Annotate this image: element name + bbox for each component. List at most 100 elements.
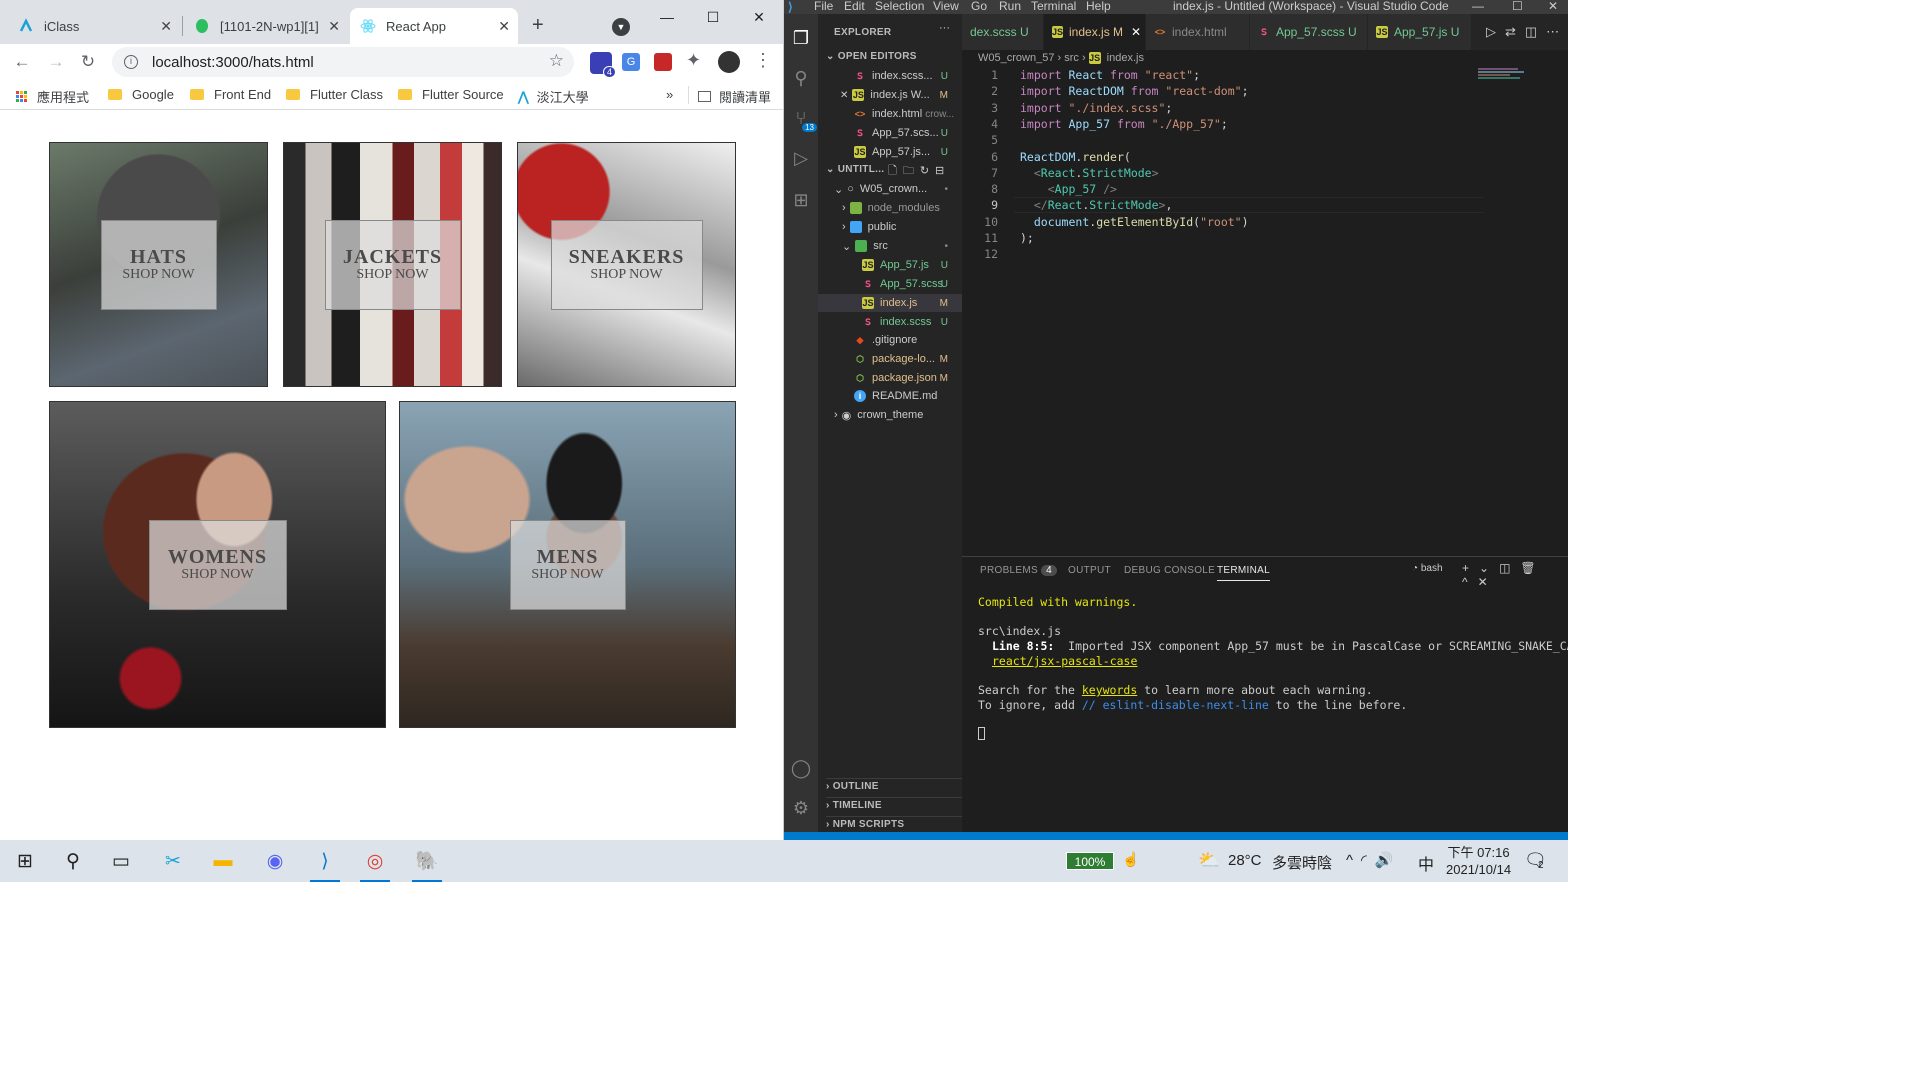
- close-icon[interactable]: ✕: [160, 18, 172, 35]
- bookmark-front-end[interactable]: Front End: [190, 87, 271, 102]
- maximize-button[interactable]: ☐: [1512, 0, 1523, 13]
- bookmarks-more-icon[interactable]: »: [666, 87, 673, 102]
- vscode-taskbar-icon[interactable]: ⟩: [310, 846, 340, 882]
- tab-iclass[interactable]: iClass ✕: [8, 8, 180, 44]
- ime-indicator[interactable]: 中: [1418, 851, 1434, 875]
- menu-run[interactable]: Run: [999, 0, 1021, 13]
- open-editor-item[interactable]: <> index.html crow...: [818, 105, 962, 123]
- category-card-hats[interactable]: HATS SHOP NOW: [49, 142, 268, 387]
- puzzle-icon[interactable]: ✦: [686, 50, 701, 71]
- menu-go[interactable]: Go: [971, 0, 987, 13]
- weather-icon[interactable]: ⛅: [1198, 850, 1220, 871]
- close-icon[interactable]: ✕: [498, 18, 510, 35]
- account-icon[interactable]: ◯: [789, 756, 813, 780]
- tree-item-w05-crown[interactable]: ⌄ ○ W05_crown... •: [818, 180, 962, 198]
- menu-terminal[interactable]: Terminal: [1031, 0, 1076, 13]
- terminal-rule-link[interactable]: react/jsx-pascal-case: [992, 654, 1137, 668]
- battery-indicator[interactable]: 100%: [1066, 852, 1114, 870]
- info-icon[interactable]: i: [124, 55, 138, 69]
- task-view-icon[interactable]: ▭: [106, 846, 136, 876]
- category-card-jackets[interactable]: JACKETS SHOP NOW: [283, 142, 502, 387]
- bookmark-star-icon[interactable]: ☆: [549, 51, 564, 71]
- close-icon[interactable]: ✕: [328, 18, 340, 35]
- menu-help[interactable]: Help: [1086, 0, 1111, 13]
- search-icon[interactable]: ⚲: [58, 846, 88, 876]
- tree-item-crown-theme[interactable]: › ◉ crown_theme: [818, 406, 962, 424]
- clock[interactable]: 下午 07:16 2021/10/14: [1446, 844, 1511, 878]
- snipping-tool-icon[interactable]: ✂: [158, 846, 188, 876]
- tree-item-index-scss[interactable]: ꓢ index.scss U: [818, 313, 962, 331]
- tab-react-app[interactable]: React App ✕: [350, 8, 518, 44]
- chrome-taskbar-icon[interactable]: ◎: [360, 846, 390, 882]
- gear-icon[interactable]: ⚙: [789, 796, 813, 820]
- code-editor[interactable]: 1 import React from "react"; 2 import React…: [962, 66, 1568, 550]
- outline-header[interactable]: › OUTLINE: [826, 778, 962, 792]
- category-card-womens[interactable]: WOMENS SHOP NOW: [49, 401, 386, 728]
- reading-list[interactable]: 閱讀清單: [698, 87, 771, 106]
- editor-tab-index-html[interactable]: <> index.html: [1146, 14, 1250, 50]
- tree-item-src[interactable]: ⌄ src •: [818, 237, 962, 255]
- tree-item-package-lock[interactable]: ⬡ package-lo... M: [818, 350, 962, 368]
- close-icon[interactable]: ✕: [1131, 25, 1141, 39]
- breadcrumb-item[interactable]: src: [1064, 52, 1079, 64]
- menu-edit[interactable]: Edit: [844, 0, 865, 13]
- tab-problems[interactable]: PROBLEMS 4: [980, 565, 1057, 576]
- postgres-taskbar-icon[interactable]: 🐘: [412, 846, 442, 882]
- run-debug-icon[interactable]: ▷: [789, 146, 813, 170]
- explorer-icon[interactable]: ❐: [789, 26, 813, 50]
- tree-item-readme[interactable]: i README.md: [818, 387, 962, 405]
- minimize-button[interactable]: —: [1472, 0, 1484, 13]
- extension-red-icon[interactable]: [654, 53, 672, 71]
- bookmark-tku[interactable]: ⋀ 淡江大學: [518, 87, 589, 106]
- weather-text[interactable]: 多雲時陰: [1272, 852, 1332, 873]
- minimize-button[interactable]: —: [652, 6, 682, 28]
- menu-selection[interactable]: Selection: [875, 0, 924, 13]
- close-window-button[interactable]: ✕: [1548, 0, 1558, 13]
- forward-arrow-icon[interactable]: →: [44, 50, 68, 74]
- open-editor-item[interactable]: JS App_57.js... U: [818, 143, 962, 161]
- open-editor-item[interactable]: ✕ JS index.js W... M: [818, 86, 962, 104]
- terminal-keyword-link[interactable]: keywords: [1082, 683, 1137, 697]
- editor-tab-index-scss[interactable]: dex.scss U: [962, 14, 1044, 50]
- back-arrow-icon[interactable]: ←: [10, 50, 34, 74]
- tree-item-app-scss[interactable]: ꓢ App_57.scss U: [818, 275, 962, 293]
- menu-file[interactable]: File: [814, 0, 833, 13]
- tab-output[interactable]: OUTPUT: [1068, 565, 1111, 576]
- editor-tab-app-js[interactable]: JS App_57.js U: [1368, 14, 1472, 50]
- new-tab-button[interactable]: +: [532, 14, 544, 37]
- open-editor-item[interactable]: ꓢ index.scss... U: [818, 67, 962, 85]
- editor-actions-icons[interactable]: ▷⇄◫⋯: [1486, 24, 1568, 40]
- extensions-icon[interactable]: ⊞: [789, 188, 813, 212]
- bookmark-apps[interactable]: 應用程式: [16, 87, 89, 106]
- minimap[interactable]: [1478, 66, 1538, 86]
- extension-icon[interactable]: 4: [590, 52, 616, 78]
- translate-icon[interactable]: G: [622, 53, 640, 71]
- windows-start-icon[interactable]: ⊞: [10, 846, 40, 876]
- breadcrumb-item[interactable]: W05_crown_57: [978, 52, 1054, 64]
- tree-item-index-js[interactable]: JS index.js M: [818, 294, 962, 312]
- more-actions-icon[interactable]: ···: [939, 22, 950, 34]
- notification-icon[interactable]: 🗨 2: [1524, 850, 1547, 871]
- close-icon[interactable]: ✕: [840, 90, 848, 101]
- close-window-button[interactable]: ✕: [744, 6, 774, 28]
- timeline-header[interactable]: › TIMELINE: [826, 797, 962, 811]
- tab-evernote[interactable]: [1101-2N-wp1][1] ✕: [184, 8, 348, 44]
- source-control-icon[interactable]: ⑂ 13: [789, 106, 817, 132]
- tree-item-gitignore[interactable]: ◆ .gitignore: [818, 331, 962, 349]
- tree-item-package-json[interactable]: ⬡ package.json M: [818, 369, 962, 387]
- menu-view[interactable]: View: [933, 0, 959, 13]
- bookmark-flutter-class[interactable]: Flutter Class: [286, 87, 383, 102]
- touch-icon[interactable]: ☝: [1122, 851, 1139, 868]
- avatar[interactable]: [718, 51, 740, 73]
- bookmark-flutter-source[interactable]: Flutter Source: [398, 87, 504, 102]
- system-tray-icons[interactable]: ^◜🔊: [1346, 851, 1402, 869]
- category-card-sneakers[interactable]: SNEAKERS SHOP NOW: [517, 142, 736, 387]
- editor-tab-app-scss[interactable]: ꓢ App_57.scss U: [1250, 14, 1368, 50]
- breadcrumb-item[interactable]: index.js: [1107, 52, 1144, 64]
- tab-terminal[interactable]: TERMINAL: [1217, 565, 1270, 581]
- tab-search-icon[interactable]: ▼: [612, 18, 630, 36]
- editor-tab-index-js[interactable]: JS index.js M ✕: [1044, 14, 1146, 50]
- open-editors-header[interactable]: ⌄ OPEN EDITORS: [826, 51, 917, 62]
- workspace-header[interactable]: ⌄ UNTITL...: [826, 164, 884, 175]
- file-explorer-icon[interactable]: ▬: [208, 846, 238, 876]
